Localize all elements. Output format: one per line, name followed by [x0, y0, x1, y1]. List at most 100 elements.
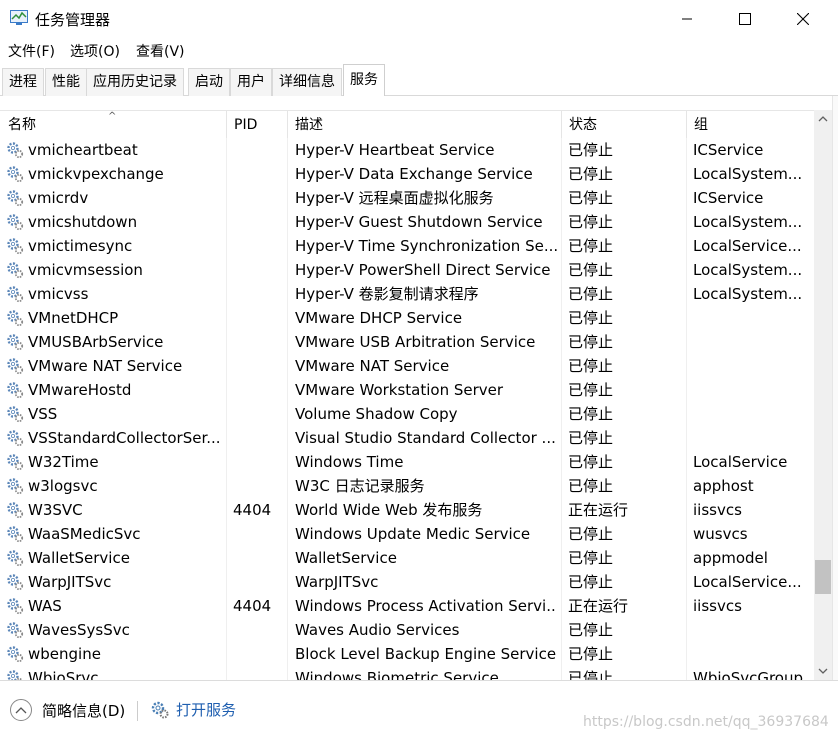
- column-desc-header[interactable]: 描述: [287, 111, 561, 139]
- service-group: LocalService...: [693, 573, 802, 591]
- service-status: 已停止: [568, 477, 614, 495]
- footer-bar: 简略信息(D) 打开服务 https://blog.csdn.net/qq_36…: [0, 680, 838, 742]
- open-services-link[interactable]: 打开服务: [150, 699, 236, 720]
- service-gear-icon: [6, 189, 24, 207]
- service-description: Block Level Backup Engine Service: [295, 645, 557, 663]
- service-name: WaaSMedicSvc: [28, 525, 141, 543]
- minimize-button[interactable]: [658, 0, 716, 38]
- service-row[interactable]: WavesSysSvc Waves Audio Services 已停止: [0, 618, 814, 642]
- service-status: 已停止: [568, 381, 614, 399]
- service-status: 已停止: [568, 141, 614, 159]
- open-services-label: 打开服务: [176, 701, 237, 719]
- service-status: 已停止: [568, 237, 614, 255]
- service-row[interactable]: VSS Volume Shadow Copy 已停止: [0, 402, 814, 426]
- service-status: 已停止: [568, 261, 614, 279]
- scrollbar-thumb[interactable]: [815, 560, 831, 594]
- scroll-up-button[interactable]: [814, 110, 832, 128]
- chevron-down-icon: [818, 668, 828, 674]
- service-row[interactable]: VMnetDHCP VMware DHCP Service 已停止: [0, 306, 814, 330]
- tab-details[interactable]: 详细信息: [272, 68, 342, 96]
- minimize-icon: [682, 18, 692, 20]
- service-pid: [233, 138, 283, 162]
- service-name: VMnetDHCP: [28, 309, 119, 327]
- close-button[interactable]: [774, 0, 832, 38]
- service-name: VMwareHostd: [28, 381, 132, 399]
- service-row[interactable]: VSStandardCollectorSer... Visual Studio S…: [0, 426, 814, 450]
- menu-options[interactable]: 选项(O): [70, 41, 120, 61]
- scroll-down-button[interactable]: [814, 662, 832, 680]
- service-row[interactable]: vmicrdv Hyper-V 远程桌面虚拟化服务 已停止 ICService: [0, 186, 814, 210]
- service-gear-icon: [6, 429, 24, 447]
- column-status-header[interactable]: 状态: [561, 111, 686, 139]
- service-gear-icon: [6, 261, 24, 279]
- service-name: VMware NAT Service: [28, 357, 183, 375]
- service-gear-icon: [6, 453, 24, 471]
- service-group: [693, 306, 809, 330]
- menu-bar: 文件(F) 选项(O) 查看(V): [0, 38, 838, 64]
- service-row[interactable]: vmicvmsession Hyper-V PowerShell Direct S…: [0, 258, 814, 282]
- service-gear-icon: [6, 645, 24, 663]
- service-group: appmodel: [693, 549, 768, 567]
- tab-app-history[interactable]: 应用历史记录: [86, 68, 184, 96]
- service-row[interactable]: VMUSBArbService VMware USB Arbitration Se…: [0, 330, 814, 354]
- tab-performance[interactable]: 性能: [45, 68, 87, 96]
- service-gear-icon: [6, 165, 24, 183]
- service-status: 已停止: [568, 645, 614, 663]
- menu-view[interactable]: 查看(V): [136, 41, 185, 61]
- service-pid: [233, 378, 283, 402]
- chevron-up-circle-icon: [10, 699, 32, 721]
- service-row[interactable]: vmickvpexchange Hyper-V Data Exchange Ser…: [0, 162, 814, 186]
- tab-services[interactable]: 服务: [343, 64, 385, 97]
- service-description: Windows Process Activation Servi...: [295, 597, 557, 615]
- service-row[interactable]: WarpJITSvc WarpJITSvc 已停止 LocalService...: [0, 570, 814, 594]
- service-row[interactable]: WalletService WalletService 已停止 appmodel: [0, 546, 814, 570]
- service-row[interactable]: wbengine Block Level Backup Engine Servic…: [0, 642, 814, 666]
- tab-processes[interactable]: 进程: [2, 68, 44, 96]
- service-pid: [233, 474, 283, 498]
- service-row[interactable]: VMwareHostd VMware Workstation Server 已停止: [0, 378, 814, 402]
- service-name: VSS: [28, 405, 58, 423]
- service-row[interactable]: WaaSMedicSvc Windows Update Medic Service…: [0, 522, 814, 546]
- service-status: 已停止: [568, 333, 614, 351]
- menu-file[interactable]: 文件(F): [8, 41, 55, 61]
- service-description: Windows Update Medic Service: [295, 525, 531, 543]
- tab-bar: 进程 性能 应用历史记录 启动 用户 详细信息 服务: [0, 64, 838, 97]
- service-gear-icon: [6, 309, 24, 327]
- service-gear-icon: [6, 405, 24, 423]
- services-gear-icon: [151, 701, 169, 718]
- service-row[interactable]: vmicshutdown Hyper-V Guest Shutdown Servi…: [0, 210, 814, 234]
- service-description: VMware NAT Service: [295, 357, 450, 375]
- service-row[interactable]: WAS 4404 Windows Process Activation Servi.…: [0, 594, 814, 618]
- service-pid: 4404: [233, 501, 272, 519]
- service-status: 已停止: [568, 405, 614, 423]
- service-pid: [233, 306, 283, 330]
- fewer-details-button[interactable]: 简略信息(D): [10, 699, 125, 721]
- service-status: 已停止: [568, 165, 614, 183]
- tab-users[interactable]: 用户: [230, 68, 272, 96]
- column-group-header[interactable]: 组: [686, 111, 812, 139]
- service-row[interactable]: w3logsvc W3C 日志记录服务 已停止 apphost: [0, 474, 814, 498]
- service-row[interactable]: WbioSrvc Windows Biometric Service 已停止 Wbio…: [0, 666, 814, 680]
- service-row[interactable]: W3SVC 4404 World Wide Web 发布服务 正在运行 iissvcs: [0, 498, 814, 522]
- column-pid-header[interactable]: PID: [226, 111, 287, 139]
- tab-startup[interactable]: 启动: [188, 68, 230, 96]
- service-gear-icon: [6, 357, 24, 375]
- service-pid: [233, 570, 283, 594]
- maximize-button[interactable]: [716, 0, 774, 38]
- service-pid: [233, 162, 283, 186]
- service-row[interactable]: vmicvss Hyper-V 卷影复制请求程序 已停止 LocalSystem...: [0, 282, 814, 306]
- service-gear-icon: [6, 141, 24, 159]
- service-group: ICService: [693, 141, 764, 159]
- service-name: vmickvpexchange: [28, 165, 164, 183]
- service-row[interactable]: vmictimesync Hyper-V Time Synchronization…: [0, 234, 814, 258]
- service-name: WAS: [28, 597, 62, 615]
- vertical-scrollbar[interactable]: [814, 110, 832, 680]
- service-name: WbioSrvc: [28, 669, 99, 680]
- service-gear-icon: [6, 669, 24, 680]
- service-row[interactable]: VMware NAT Service VMware NAT Service 已停止: [0, 354, 814, 378]
- service-gear-icon: [6, 549, 24, 567]
- service-row[interactable]: vmicheartbeat Hyper-V Heartbeat Service 已停…: [0, 138, 814, 162]
- service-description: Hyper-V 卷影复制请求程序: [295, 285, 479, 303]
- service-row[interactable]: W32Time Windows Time 已停止 LocalService: [0, 450, 814, 474]
- service-status: 已停止: [568, 525, 614, 543]
